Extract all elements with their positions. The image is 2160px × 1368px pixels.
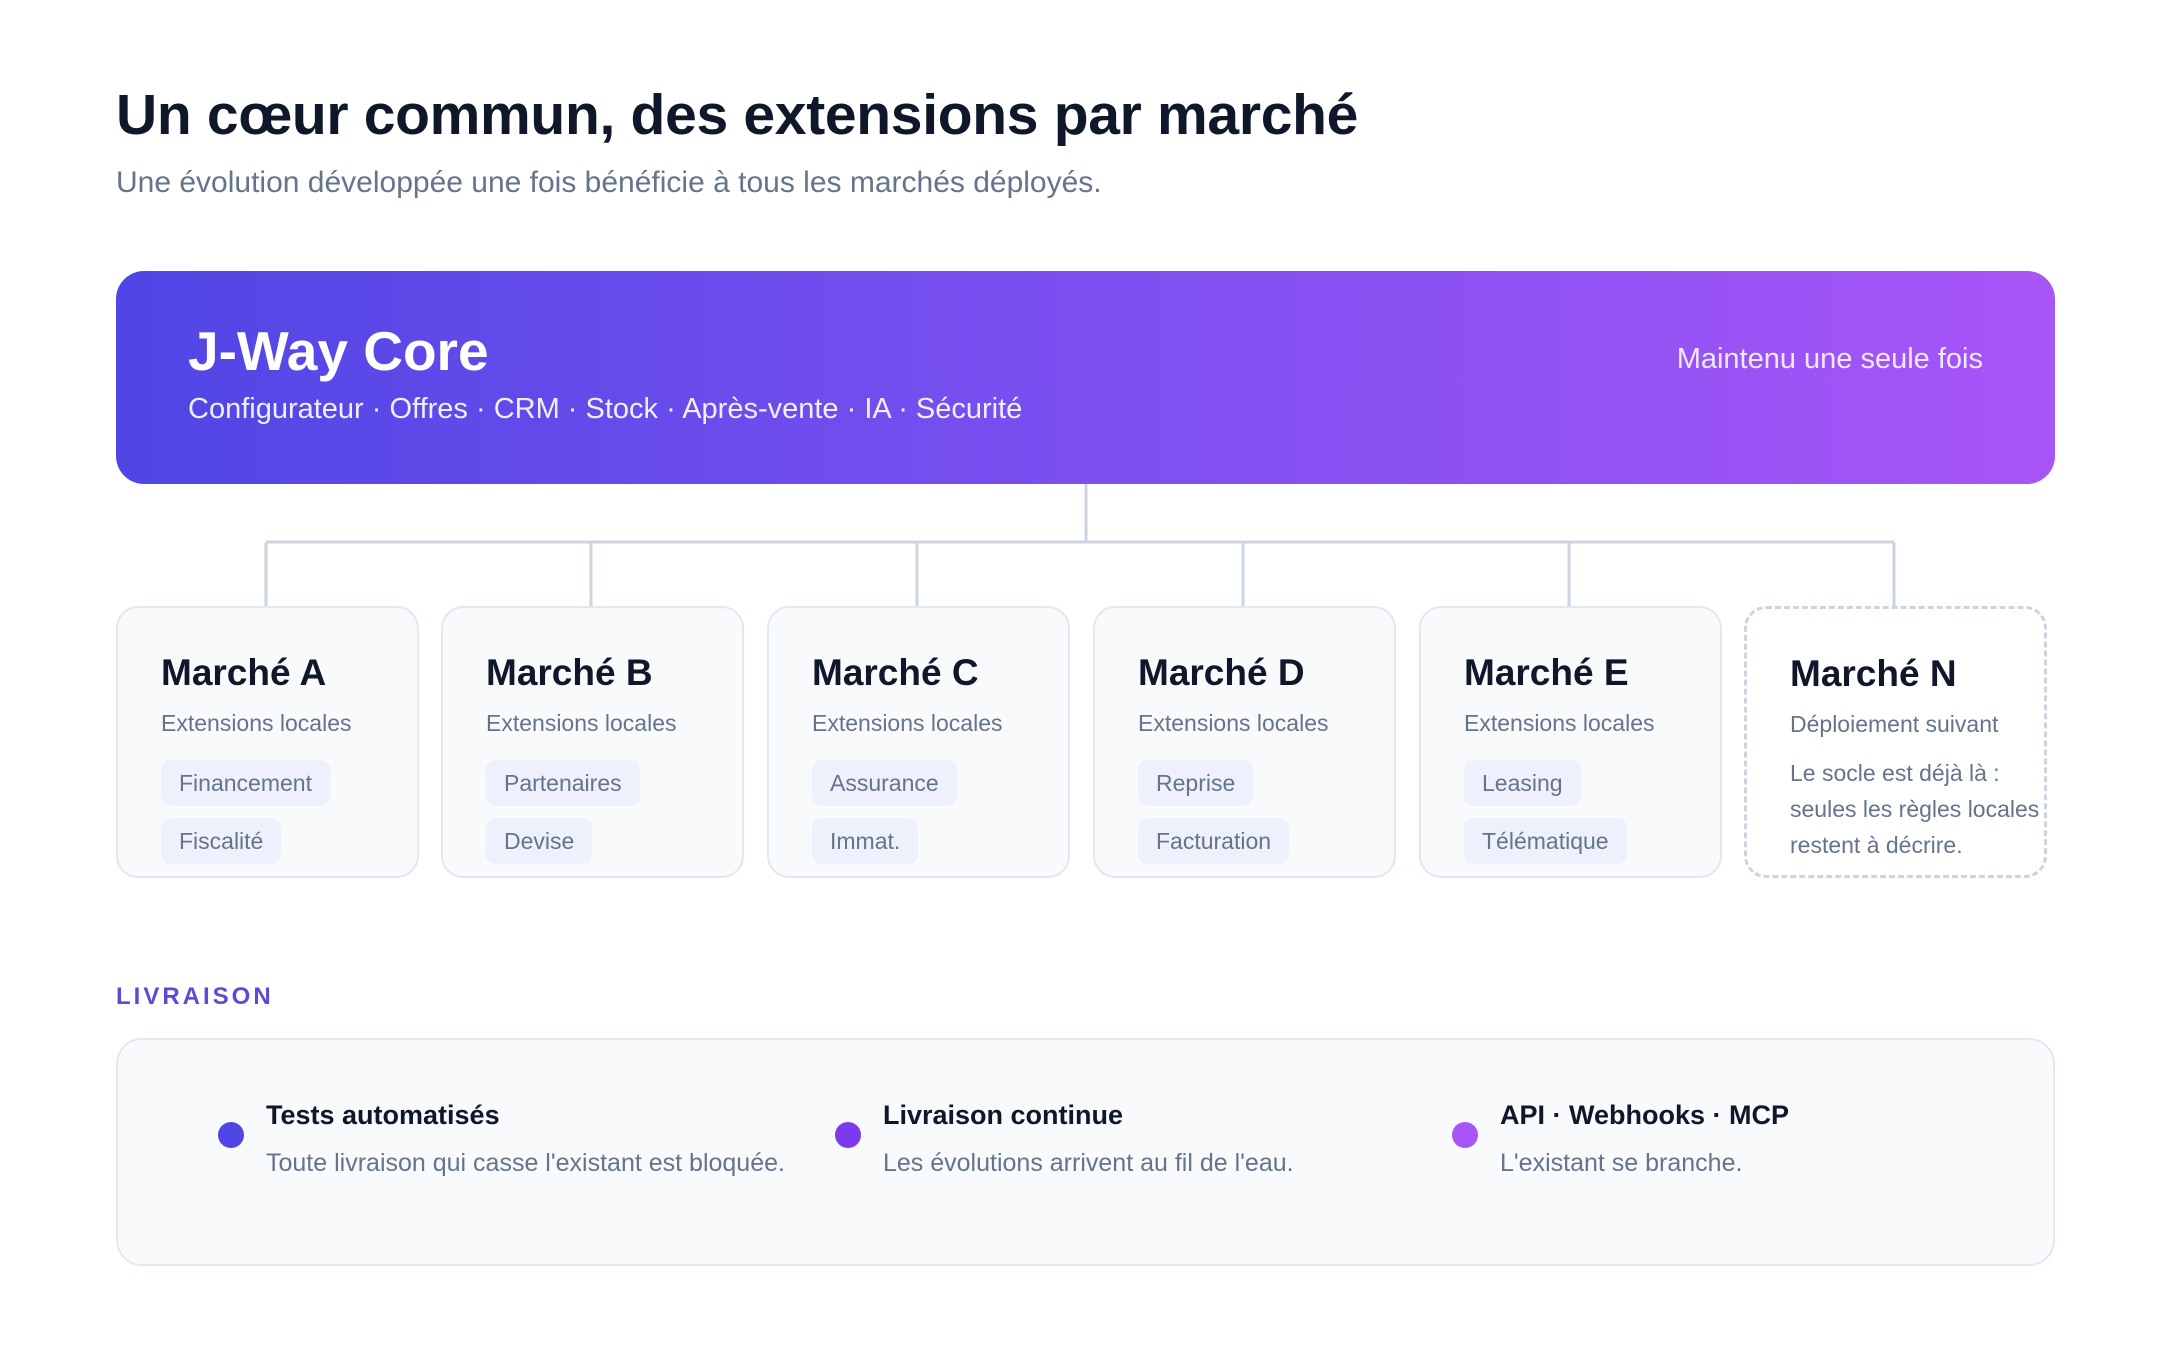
market-subtitle: Extensions locales bbox=[1464, 710, 1655, 736]
market-subtitle: Déploiement suivant bbox=[1790, 711, 1999, 737]
market-card-b: Marché B Extensions locales Partenaires … bbox=[441, 606, 744, 878]
extension-chip: Fiscalité bbox=[161, 818, 282, 864]
extension-chip: Facturation bbox=[1138, 818, 1290, 864]
market-card-a: Marché A Extensions locales Financement … bbox=[116, 606, 419, 878]
delivery-item-description: Les évolutions arrivent au fil de l'eau. bbox=[883, 1149, 1294, 1177]
market-card-d: Marché D Extensions locales Reprise Fact… bbox=[1093, 606, 1396, 878]
extension-chip: Reprise bbox=[1138, 760, 1254, 806]
market-subtitle: Extensions locales bbox=[486, 710, 677, 736]
delivery-item-tests: Tests automatisés Toute livraison qui ca… bbox=[218, 1100, 785, 1178]
market-name: Marché N bbox=[1790, 653, 1957, 694]
market-card-n: Marché N Déploiement suivant Le socle es… bbox=[1744, 606, 2047, 878]
extension-chip: Télématique bbox=[1464, 818, 1627, 864]
extension-chip: Financement bbox=[161, 760, 330, 806]
market-name: Marché E bbox=[1464, 652, 1629, 693]
market-subtitle: Extensions locales bbox=[161, 710, 352, 736]
delivery-panel: Tests automatisés Toute livraison qui ca… bbox=[116, 1038, 2055, 1266]
extension-chip: Devise bbox=[486, 818, 593, 864]
delivery-item-description: L'existant se branche. bbox=[1500, 1149, 1743, 1177]
market-card-c: Marché C Extensions locales Assurance Im… bbox=[767, 606, 1070, 878]
bullet-dot-icon bbox=[1452, 1122, 1478, 1148]
delivery-item-title: API · Webhooks · MCP bbox=[1500, 1100, 1790, 1130]
market-name: Marché B bbox=[486, 652, 653, 693]
delivery-item-title: Tests automatisés bbox=[266, 1100, 500, 1130]
market-subtitle: Extensions locales bbox=[1138, 710, 1329, 736]
delivery-item-api: API · Webhooks · MCP L'existant se branc… bbox=[1452, 1100, 1790, 1178]
market-subtitle: Extensions locales bbox=[812, 710, 1003, 736]
market-description: Le socle est déjà là : seules les règles… bbox=[1790, 760, 2040, 858]
extension-chip: Partenaires bbox=[486, 760, 640, 806]
delivery-item-description: Toute livraison qui casse l'existant est… bbox=[266, 1149, 785, 1177]
extension-chip: Assurance bbox=[812, 760, 957, 806]
bullet-dot-icon bbox=[218, 1122, 244, 1148]
market-name: Marché A bbox=[161, 652, 327, 693]
extension-chip: Immat. bbox=[812, 818, 919, 864]
market-card-e: Marché E Extensions locales Leasing Télé… bbox=[1419, 606, 1722, 878]
bullet-dot-icon bbox=[835, 1122, 861, 1148]
extension-chip: Leasing bbox=[1464, 760, 1581, 806]
delivery-item-title: Livraison continue bbox=[883, 1100, 1124, 1130]
market-name: Marché C bbox=[812, 652, 979, 693]
market-name: Marché D bbox=[1138, 652, 1305, 693]
delivery-item-continuous: Livraison continue Les évolutions arrive… bbox=[835, 1100, 1294, 1178]
delivery-section-label: LIVRAISON bbox=[116, 983, 274, 1010]
